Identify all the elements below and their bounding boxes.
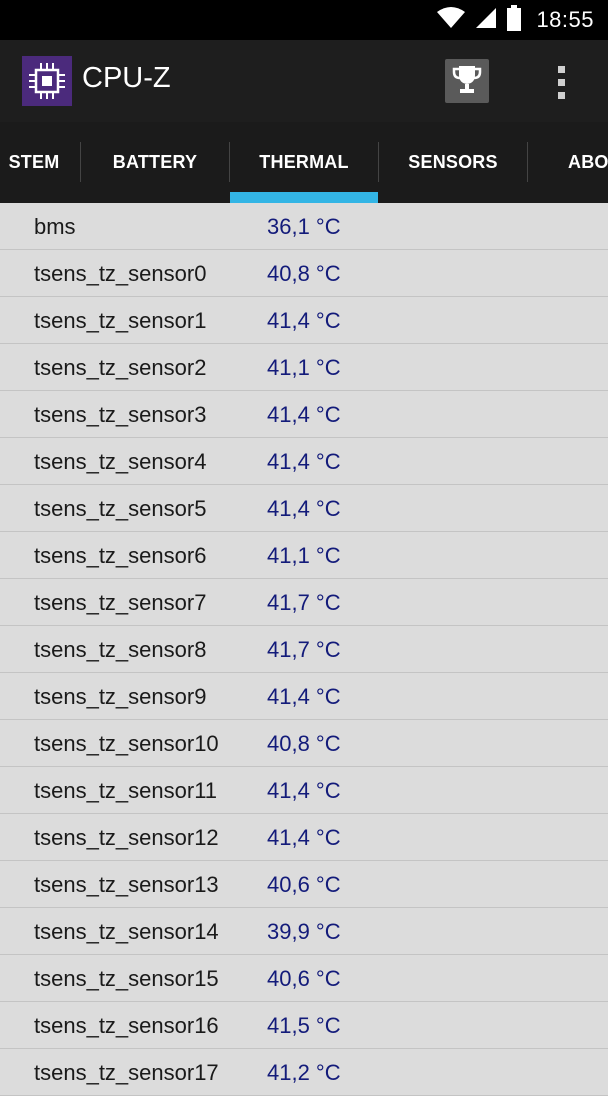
list-item: tsens_tz_sensor2 41,1 °C [0, 344, 608, 391]
list-item: tsens_tz_sensor3 41,4 °C [0, 391, 608, 438]
trophy-icon [451, 63, 483, 100]
status-icons: 18:55 [436, 0, 594, 40]
sensor-name: tsens_tz_sensor5 [34, 496, 207, 521]
list-item: bms 36,1 °C [0, 203, 608, 250]
list-item: tsens_tz_sensor1 41,4 °C [0, 297, 608, 344]
sensor-name: tsens_tz_sensor4 [34, 449, 207, 474]
sensor-name: tsens_tz_sensor1 [34, 308, 207, 333]
sensor-name: tsens_tz_sensor16 [34, 1013, 219, 1038]
sensor-value: 40,8 °C [267, 731, 341, 756]
sensor-value: 41,7 °C [267, 637, 341, 662]
sensor-value: 40,6 °C [267, 872, 341, 897]
sensor-name: tsens_tz_sensor6 [34, 543, 207, 568]
app-title: CPU-Z [82, 62, 171, 94]
sensor-value: 39,9 °C [267, 919, 341, 944]
tab-system[interactable]: STEM [0, 122, 80, 203]
status-bar: 18:55 [0, 0, 608, 40]
battery-icon [506, 4, 522, 36]
list-item: tsens_tz_sensor12 41,4 °C [0, 814, 608, 861]
sensor-value: 41,4 °C [267, 684, 341, 709]
sensor-value: 41,1 °C [267, 355, 341, 380]
sensor-value: 41,7 °C [267, 590, 341, 615]
list-item: tsens_tz_sensor17 41,2 °C [0, 1049, 608, 1096]
tab-bar: STEM BATTERY THERMAL SENSORS ABO [0, 122, 608, 203]
tab-divider [527, 142, 528, 182]
cpu-chip-icon [22, 56, 72, 106]
sensor-name: tsens_tz_sensor2 [34, 355, 207, 380]
app-bar: CPU-Z [0, 40, 608, 123]
list-item: tsens_tz_sensor4 41,4 °C [0, 438, 608, 485]
list-item: tsens_tz_sensor6 41,1 °C [0, 532, 608, 579]
sensor-name: tsens_tz_sensor12 [34, 825, 219, 850]
list-item: tsens_tz_sensor14 39,9 °C [0, 908, 608, 955]
sensor-name: tsens_tz_sensor9 [34, 684, 207, 709]
sensor-value: 41,4 °C [267, 496, 341, 521]
overflow-menu-icon [557, 65, 565, 73]
list-item: tsens_tz_sensor8 41,7 °C [0, 626, 608, 673]
sensor-name: tsens_tz_sensor10 [34, 731, 219, 756]
sensor-name: tsens_tz_sensor14 [34, 919, 219, 944]
cell-signal-icon [474, 6, 498, 35]
sensor-name: tsens_tz_sensor0 [34, 261, 207, 286]
sensor-name: tsens_tz_sensor8 [34, 637, 207, 662]
sensor-value: 41,4 °C [267, 402, 341, 427]
sensor-value: 36,1 °C [267, 214, 341, 239]
list-item: tsens_tz_sensor13 40,6 °C [0, 861, 608, 908]
sensor-value: 41,4 °C [267, 825, 341, 850]
sensor-value: 41,4 °C [267, 778, 341, 803]
trophy-button[interactable] [445, 59, 489, 103]
sensor-name: tsens_tz_sensor13 [34, 872, 219, 897]
thermal-list: bms 36,1 °C tsens_tz_sensor0 40,8 °C tsens… [0, 203, 608, 1096]
list-item: tsens_tz_sensor5 41,4 °C [0, 485, 608, 532]
tab-about[interactable]: ABO [568, 122, 608, 203]
tab-thermal[interactable]: THERMAL [230, 122, 378, 203]
overflow-menu-button[interactable] [542, 60, 580, 104]
list-item: tsens_tz_sensor7 41,7 °C [0, 579, 608, 626]
list-item: tsens_tz_sensor9 41,4 °C [0, 673, 608, 720]
sensor-value: 41,1 °C [267, 543, 341, 568]
sensor-name: tsens_tz_sensor17 [34, 1060, 219, 1085]
list-item: tsens_tz_sensor11 41,4 °C [0, 767, 608, 814]
list-item: tsens_tz_sensor10 40,8 °C [0, 720, 608, 767]
list-item: tsens_tz_sensor0 40,8 °C [0, 250, 608, 297]
sensor-name: tsens_tz_sensor11 [34, 778, 218, 803]
list-item: tsens_tz_sensor15 40,6 °C [0, 955, 608, 1002]
sensor-value: 41,2 °C [267, 1060, 341, 1085]
sensor-value: 40,6 °C [267, 966, 341, 991]
sensor-name: tsens_tz_sensor15 [34, 966, 219, 991]
sensor-value: 40,8 °C [267, 261, 341, 286]
tab-battery[interactable]: BATTERY [81, 122, 229, 203]
sensor-value: 41,4 °C [267, 308, 341, 333]
list-item: tsens_tz_sensor16 41,5 °C [0, 1002, 608, 1049]
sensor-name: tsens_tz_sensor7 [34, 590, 207, 615]
sensor-value: 41,4 °C [267, 449, 341, 474]
sensor-name: tsens_tz_sensor3 [34, 402, 207, 427]
status-time: 18:55 [536, 7, 594, 32]
selected-tab-indicator [230, 192, 378, 203]
tab-sensors[interactable]: SENSORS [379, 122, 527, 203]
sensor-name: bms [34, 214, 76, 239]
sensor-value: 41,5 °C [267, 1013, 341, 1038]
wifi-icon [436, 6, 466, 35]
